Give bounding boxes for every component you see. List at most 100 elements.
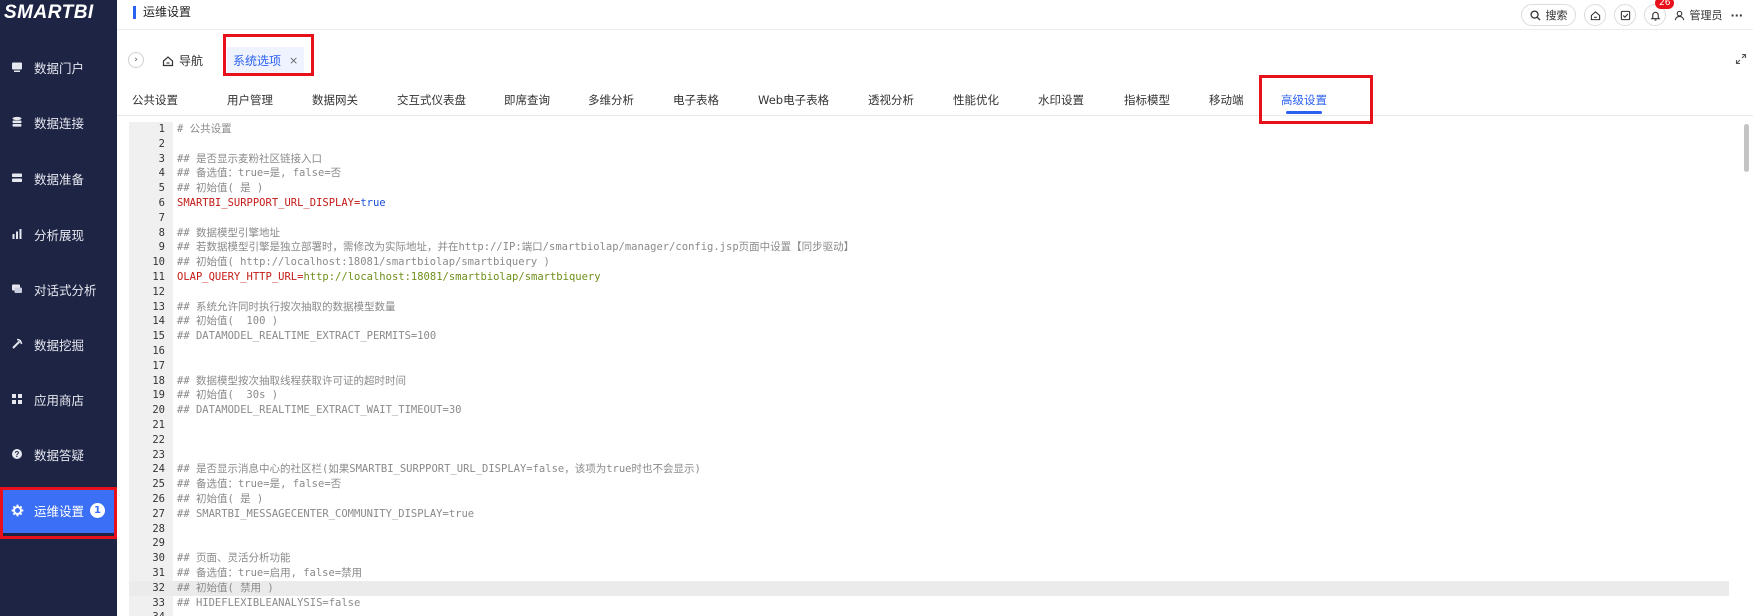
user-menu[interactable]: 管理员: [1674, 7, 1722, 23]
code-line[interactable]: 33 ## HIDEFLEXIBLEANALYSIS=false: [129, 596, 1729, 611]
subtab-3[interactable]: 交互式仪表盘: [397, 92, 466, 108]
code-line[interactable]: 11 OLAP_QUERY_HTTP_URL=http://localhost:1…: [129, 270, 1729, 285]
subtab-12[interactable]: 移动端: [1209, 92, 1244, 108]
line-number: 7: [158, 211, 165, 224]
code-line[interactable]: 13 ## 系统允许同时执行按次抽取的数据模型数量: [129, 300, 1729, 315]
code-line[interactable]: 22: [129, 433, 1729, 448]
subtab-1[interactable]: 用户管理: [227, 92, 273, 108]
line-number: 27: [152, 507, 165, 520]
subtab-4[interactable]: 即席查询: [504, 92, 550, 108]
code-comment: ## 备选值：true=是, false=否: [177, 167, 342, 180]
code-comment: ## HIDEFLEXIBLEANALYSIS=false: [177, 596, 361, 609]
config-value: true: [360, 197, 386, 209]
notifications-button[interactable]: 26: [1644, 0, 1675, 26]
sidebar-item-2[interactable]: 数据准备: [0, 155, 117, 201]
sidebar-item-6[interactable]: 应用商店: [0, 376, 117, 422]
more-menu-button[interactable]: ···: [1730, 9, 1743, 22]
subtab-6[interactable]: 电子表格: [673, 92, 719, 108]
code-line[interactable]: 29: [129, 536, 1729, 551]
active-tab-underline: [1286, 111, 1322, 114]
code-line[interactable]: 23: [129, 448, 1729, 463]
code-line[interactable]: 25 ## 备选值：true=是, false=否: [129, 477, 1729, 492]
subtab-2[interactable]: 数据网关: [312, 92, 358, 108]
code-comment: ## 数据模型按次抽取线程获取许可证的超时时间: [177, 374, 406, 387]
sidebar-item-label: 应用商店: [34, 392, 85, 408]
tab-system-options[interactable]: 系统选项 ×: [227, 47, 305, 73]
config-key: SMARTBI_SURPPORT_URL_DISPLAY: [177, 197, 355, 209]
code-line[interactable]: 10 ## 初始值( http://localhost:18081/smartbi…: [129, 255, 1729, 270]
sidebar-item-4[interactable]: 对话式分析: [0, 266, 117, 312]
code-line[interactable]: 15 ## DATAMODEL_REALTIME_EXTRACT_PERMITS=…: [129, 329, 1729, 344]
tasks-button[interactable]: [1614, 4, 1637, 26]
code-line[interactable]: 19 ## 初始值( 30s ): [129, 388, 1729, 403]
code-comment: ## 初始值( 禁用 ): [177, 581, 274, 594]
line-number: 17: [152, 359, 165, 372]
code-line[interactable]: 27 ## SMARTBI_MESSAGECENTER_COMMUNITY_DIS…: [129, 507, 1729, 522]
sidebar-item-1[interactable]: 数据连接: [0, 99, 117, 145]
close-tab-button[interactable]: ×: [289, 54, 298, 67]
code-line[interactable]: 6 SMARTBI_SURPPORT_URL_DISPLAY=true: [129, 196, 1729, 211]
subtab-11[interactable]: 指标模型: [1124, 92, 1170, 108]
code-line[interactable]: 3 ## 是否显示麦粉社区链接入口: [129, 152, 1729, 167]
code-line[interactable]: 2: [129, 137, 1729, 152]
tab-system-options-label: 系统选项: [233, 53, 282, 68]
sidebar-item-7[interactable]: ? 数据答疑: [0, 431, 117, 477]
config-entry: OLAP_QUERY_HTTP_URL=http://localhost:180…: [177, 270, 601, 285]
line-number: 22: [152, 433, 165, 446]
code-line[interactable]: 30 ## 页面、灵活分析功能: [129, 551, 1729, 566]
top-right-actions: 搜索 26 管理员 ···: [1521, 0, 1743, 30]
sidebar-item-0[interactable]: 数据门户: [0, 44, 117, 90]
code-line[interactable]: 26 ## 初始值( 是 ): [129, 492, 1729, 507]
code-line[interactable]: 31 ## 备选值：true=启用, false=禁用: [129, 566, 1729, 581]
code-comment: ## 是否显示麦粉社区链接入口: [177, 152, 322, 165]
subtab-7[interactable]: Web电子表格: [758, 92, 829, 108]
expand-icon: [1735, 53, 1747, 65]
editor-scrollbar[interactable]: [1744, 124, 1749, 172]
line-number: 12: [152, 285, 165, 298]
fullscreen-button[interactable]: [1735, 50, 1747, 69]
code-line[interactable]: 18 ## 数据模型按次抽取线程获取许可证的超时时间: [129, 374, 1729, 389]
subtab-0[interactable]: 公共设置: [132, 92, 178, 108]
code-line[interactable]: 32 ## 初始值( 禁用 ): [129, 580, 1729, 596]
line-number: 14: [152, 315, 165, 328]
checklist-icon: [1620, 10, 1631, 20]
subtab-10[interactable]: 水印设置: [1038, 92, 1084, 108]
config-editor[interactable]: 1 # 公共设置 2 3 ## 是否显示麦粉社区链接入口 4 ## 备选值：true=是, …: [129, 122, 1747, 616]
code-comment: ## 初始值( 是 ): [177, 182, 264, 195]
sidebar-item-8[interactable]: 运维设置 1: [0, 487, 117, 533]
subtab-9[interactable]: 性能优化: [953, 92, 999, 108]
tab-navigation[interactable]: 导航: [162, 52, 203, 69]
code-line[interactable]: 21: [129, 418, 1729, 433]
code-comment: ## 是否显示消息中心的社区栏(如果SMARTBI_SURPPORT_URL_D…: [177, 463, 701, 476]
code-line[interactable]: 4 ## 备选值：true=是, false=否: [129, 166, 1729, 181]
code-line[interactable]: 14 ## 初始值( 100 ): [129, 314, 1729, 329]
home-button[interactable]: [1584, 4, 1607, 26]
code-line[interactable]: 28: [129, 522, 1729, 537]
code-line[interactable]: 16: [129, 344, 1729, 359]
line-number: 24: [152, 463, 165, 476]
line-number: 19: [152, 389, 165, 402]
search-button[interactable]: 搜索: [1521, 4, 1577, 26]
sidebar-item-label: 数据挖掘: [34, 337, 85, 353]
line-number: 20: [152, 404, 165, 417]
subtab-5[interactable]: 多维分析: [588, 92, 634, 108]
code-line[interactable]: 17: [129, 359, 1729, 374]
sidebar-collapse-button[interactable]: ›: [128, 52, 144, 68]
code-line[interactable]: 12: [129, 285, 1729, 300]
code-line[interactable]: 34: [129, 610, 1729, 616]
line-number: 31: [152, 567, 165, 579]
subtab-13[interactable]: 高级设置: [1281, 92, 1327, 108]
code-line[interactable]: 20 ## DATAMODEL_REALTIME_EXTRACT_WAIT_TIM…: [129, 403, 1729, 418]
code-line[interactable]: 8 ## 数据模型引擎地址: [129, 226, 1729, 241]
sidebar-item-label: 数据准备: [34, 171, 85, 187]
sidebar-item-5[interactable]: 数据挖掘: [0, 321, 117, 367]
code-line[interactable]: 7: [129, 211, 1729, 226]
sidebar-item-3[interactable]: 分析展现: [0, 211, 117, 257]
code-line[interactable]: 24 ## 是否显示消息中心的社区栏(如果SMARTBI_SURPPORT_URL…: [129, 462, 1729, 477]
code-line[interactable]: 1 # 公共设置: [129, 122, 1729, 137]
help-icon: ?: [10, 447, 24, 461]
code-line[interactable]: 9 ## 若数据模型引擎是独立部署时，需修改为实际地址，并在http://IP:端…: [129, 240, 1729, 255]
code-comment: ## 初始值( 100 ): [177, 315, 279, 328]
subtab-8[interactable]: 透视分析: [868, 92, 914, 108]
code-line[interactable]: 5 ## 初始值( 是 ): [129, 181, 1729, 196]
